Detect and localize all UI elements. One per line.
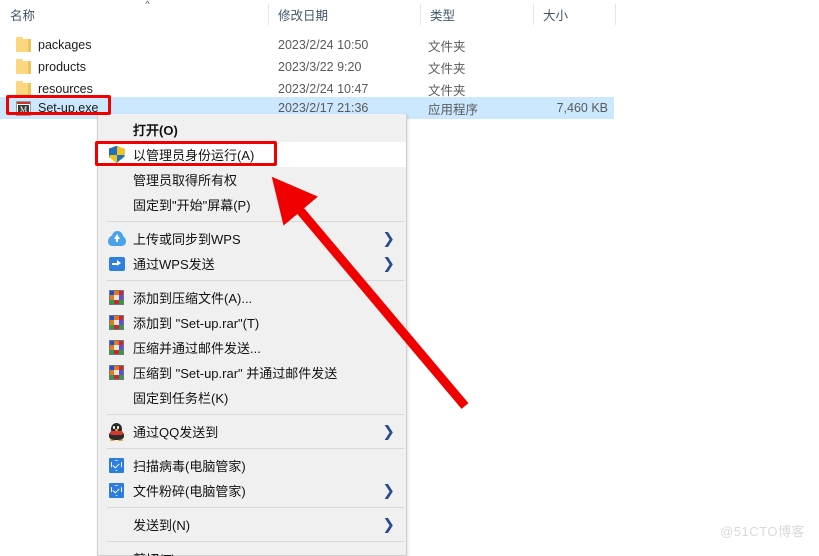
table-row[interactable]: packages 2023/2/24 10:50 文件夹 <box>0 34 614 56</box>
chevron-right-icon: ❯ <box>382 481 395 499</box>
column-divider[interactable] <box>533 4 534 25</box>
winrar-icon <box>107 338 126 357</box>
no-icon <box>107 549 126 556</box>
menu-item-label: 打开(O) <box>133 123 178 138</box>
file-name-cell: products <box>16 58 86 74</box>
menu-item-label: 扫描病毒(电脑管家) <box>133 459 246 474</box>
menu-item-label: 管理员取得所有权 <box>133 173 238 188</box>
menu-item-file-shredder[interactable]: 文件粉碎(电脑管家) ❯ <box>98 478 406 503</box>
menu-item-label: 文件粉碎(电脑管家) <box>133 484 246 499</box>
menu-item-open[interactable]: 打开(O) <box>98 117 406 142</box>
qq-icon <box>107 422 126 441</box>
column-divider[interactable] <box>420 4 421 25</box>
menu-item-label: 以管理员身份运行(A) <box>133 148 255 163</box>
menu-separator <box>107 280 404 281</box>
no-icon <box>107 170 126 189</box>
context-menu: 打开(O) 以管理员身份运行(A) 管理员取得所有权 固定到"开始"屏幕(P) <box>97 114 407 556</box>
no-icon <box>107 388 126 407</box>
winrar-icon <box>107 313 126 332</box>
menu-item-send-to[interactable]: 发送到(N) ❯ <box>98 512 406 537</box>
folder-icon <box>16 80 31 96</box>
menu-item-pin-to-start[interactable]: 固定到"开始"屏幕(P) <box>98 192 406 217</box>
column-header-date[interactable]: 修改日期 <box>268 0 420 28</box>
menu-item-upload-sync-wps[interactable]: 上传或同步到WPS ❯ <box>98 226 406 251</box>
menu-separator <box>107 221 404 222</box>
menu-item-label: 固定到任务栏(K) <box>133 391 229 406</box>
file-name-cell: packages <box>16 36 92 52</box>
file-date-cell: 2023/2/24 10:50 <box>278 38 369 52</box>
menu-separator <box>107 507 404 508</box>
table-row[interactable]: products 2023/3/22 9:20 文件夹 <box>0 56 614 78</box>
folder-icon <box>16 58 31 74</box>
chevron-right-icon: ❯ <box>382 515 395 533</box>
no-icon <box>107 515 126 534</box>
no-icon <box>107 120 126 139</box>
send-arrow-icon <box>107 254 126 273</box>
folder-icon <box>16 36 31 52</box>
watermark: @51CTO博客 <box>720 524 805 539</box>
file-date-cell: 2023/3/22 9:20 <box>278 60 362 74</box>
column-divider[interactable] <box>615 4 616 25</box>
menu-item-run-as-administrator[interactable]: 以管理员身份运行(A) <box>98 142 406 167</box>
cloud-upload-icon <box>107 229 126 248</box>
column-header-name[interactable]: 名称 <box>0 0 268 28</box>
file-type-cell: 文件夹 <box>428 39 466 54</box>
menu-item-label: 通过QQ发送到 <box>133 425 219 440</box>
exe-icon: M <box>16 100 31 116</box>
menu-item-label: 压缩到 "Set-up.rar" 并通过邮件发送 <box>133 366 338 381</box>
menu-separator <box>107 448 404 449</box>
menu-item-compress-to-setup-rar-and-email[interactable]: 压缩到 "Set-up.rar" 并通过邮件发送 <box>98 360 406 385</box>
chevron-right-icon: ❯ <box>382 229 395 247</box>
winrar-icon <box>107 363 126 382</box>
menu-item-label: 添加到 "Set-up.rar"(T) <box>133 316 260 331</box>
winrar-icon <box>107 288 126 307</box>
menu-item-cut[interactable]: 剪切(T) <box>98 546 406 556</box>
sort-ascending-icon: ^ <box>145 0 150 9</box>
menu-item-label: 剪切(T) <box>133 549 406 556</box>
uac-shield-icon <box>107 145 126 164</box>
menu-item-label: 上传或同步到WPS <box>133 232 241 247</box>
file-name-cell: M Set-up.exe <box>16 100 98 116</box>
menu-item-send-via-wps[interactable]: 通过WPS发送 ❯ <box>98 251 406 276</box>
column-divider[interactable] <box>268 4 269 25</box>
file-name-cell: resources <box>16 80 93 96</box>
file-list-header: 名称 修改日期 类型 大小 ^ <box>0 0 819 28</box>
file-date-cell: 2023/2/17 21:36 <box>278 101 369 115</box>
file-date-cell: 2023/2/24 10:47 <box>278 82 369 96</box>
no-icon <box>107 195 126 214</box>
menu-item-pin-to-taskbar[interactable]: 固定到任务栏(K) <box>98 385 406 410</box>
menu-separator <box>107 541 404 542</box>
file-type-cell: 文件夹 <box>428 83 466 98</box>
file-type-cell: 应用程序 <box>428 102 479 117</box>
menu-item-add-to-setup-rar[interactable]: 添加到 "Set-up.rar"(T) <box>98 310 406 335</box>
menu-item-label: 通过WPS发送 <box>133 257 215 272</box>
file-type-cell: 文件夹 <box>428 61 466 76</box>
menu-item-label: 压缩并通过邮件发送... <box>133 341 261 356</box>
menu-item-label: 固定到"开始"屏幕(P) <box>133 198 251 213</box>
menu-item-compress-and-email[interactable]: 压缩并通过邮件发送... <box>98 335 406 360</box>
menu-item-label: 添加到压缩文件(A)... <box>133 291 253 306</box>
menu-item-send-via-qq[interactable]: 通过QQ发送到 ❯ <box>98 419 406 444</box>
chevron-right-icon: ❯ <box>382 254 395 272</box>
chevron-right-icon: ❯ <box>382 422 395 440</box>
menu-item-scan-virus[interactable]: 扫描病毒(电脑管家) <box>98 453 406 478</box>
menu-item-add-to-archive[interactable]: 添加到压缩文件(A)... <box>98 285 406 310</box>
menu-separator <box>107 414 404 415</box>
column-header-size[interactable]: 大小 <box>533 0 615 28</box>
explorer-window: 名称 修改日期 类型 大小 ^ packages 2023/2/24 10:50… <box>0 0 819 556</box>
menu-item-take-ownership[interactable]: 管理员取得所有权 <box>98 167 406 192</box>
guard-icon <box>107 481 126 500</box>
file-size-cell: 7,460 KB <box>556 101 608 115</box>
column-header-type[interactable]: 类型 <box>420 0 533 28</box>
menu-item-label: 发送到(N) <box>133 518 191 533</box>
guard-icon <box>107 456 126 475</box>
